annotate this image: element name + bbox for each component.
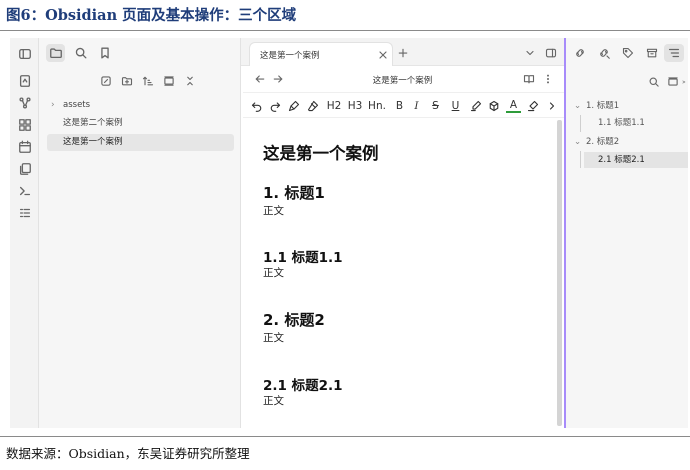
backlinks-icon[interactable] — [572, 45, 588, 61]
outgoing-links-icon[interactable] — [596, 45, 612, 61]
highlight-color-icon[interactable] — [525, 98, 540, 114]
sort-icon[interactable] — [140, 73, 156, 89]
tree-item-assets[interactable]: › assets — [47, 97, 234, 114]
outline-item-label: 2.1 标题2.1 — [598, 155, 645, 165]
ribbon — [10, 38, 39, 428]
outline-list-icon[interactable] — [664, 44, 684, 62]
outline-item-label: 2. 标题2 — [586, 137, 620, 147]
collapse-all-icon[interactable] — [182, 73, 198, 89]
right-sidebar-toggle-icon[interactable] — [543, 45, 558, 60]
new-folder-icon[interactable] — [119, 73, 135, 89]
italic-button[interactable]: I — [409, 98, 424, 114]
format-painter-icon[interactable] — [286, 98, 301, 114]
tree-item-label: 这是第一个案例 — [63, 137, 123, 147]
chevron-down-icon[interactable] — [523, 46, 537, 60]
new-tab-icon[interactable] — [396, 46, 410, 60]
view-header: 这是第一个案例 — [241, 66, 564, 92]
outline-item-2[interactable]: ⌄ 2. 标题2 — [572, 134, 684, 150]
tree-item-file-selected[interactable]: 这是第一个案例 — [47, 134, 234, 151]
outline-collapse-icon[interactable] — [682, 74, 688, 89]
view-header-title[interactable]: 这是第一个案例 — [321, 74, 484, 86]
templates-icon[interactable] — [16, 160, 33, 177]
outline-item-2-1[interactable]: 2.1 标题2.1 — [584, 152, 688, 168]
editor-pane: 这是第一个案例 这是第一个案例 H2 H3 Hn. B I S U A 这是第一… — [241, 38, 564, 428]
archive-icon[interactable] — [644, 45, 660, 61]
folder-icon[interactable] — [46, 44, 65, 62]
figure-source: 数据来源：Obsidian，东吴证券研究所整理 — [6, 446, 250, 461]
redo-icon[interactable] — [267, 98, 282, 114]
obsidian-window: › assets 这是第二个案例 这是第一个案例 这是第一个案例 这是第一个案例… — [10, 38, 688, 428]
body-text: 正文 — [263, 395, 284, 407]
outline-indent-guide — [580, 115, 581, 132]
figure-title: 图6：Obsidian 页面及基本操作：三个区域 — [6, 7, 297, 24]
tags-icon[interactable] — [620, 45, 636, 61]
heading2-button[interactable]: H2 — [325, 98, 343, 114]
command-palette-icon[interactable] — [16, 182, 33, 199]
new-note-icon[interactable] — [98, 73, 114, 89]
chevron-down-icon: ⌄ — [574, 137, 582, 147]
tab-active-note[interactable]: 这是第一个案例 — [249, 42, 393, 66]
quick-switcher-icon[interactable] — [16, 72, 33, 89]
auto-reveal-icon[interactable] — [161, 73, 177, 89]
daily-note-icon[interactable] — [16, 138, 33, 155]
heading-1-1: 1.1 标题1.1 — [263, 250, 343, 266]
outline-item-1-1[interactable]: 1.1 标题1.1 — [584, 115, 684, 131]
editing-toolbar: H2 H3 Hn. B I S U A — [243, 92, 564, 118]
outline-reveal-icon[interactable] — [665, 74, 680, 89]
outline-indent-guide — [580, 151, 581, 168]
canvas-icon[interactable] — [16, 116, 33, 133]
back-arrow-icon[interactable] — [253, 72, 267, 86]
graph-view-icon[interactable] — [16, 94, 33, 111]
outline-item-label: 1.1 标题1.1 — [598, 118, 645, 128]
reading-view-icon[interactable] — [522, 72, 536, 86]
cube-icon[interactable] — [486, 98, 501, 114]
editor-scrollbar[interactable] — [557, 120, 562, 426]
body-text: 正文 — [263, 332, 284, 344]
tree-item-label: assets — [63, 100, 91, 110]
tab-label: 这是第一个案例 — [260, 51, 320, 61]
search-icon[interactable] — [71, 44, 90, 62]
close-tab-icon[interactable] — [376, 48, 389, 61]
body-text: 正文 — [263, 205, 284, 217]
text-color-button[interactable]: A — [506, 98, 521, 113]
top-divider — [0, 30, 690, 31]
heading-2: 2. 标题2 — [263, 311, 325, 329]
heading3-button[interactable]: H3 — [346, 98, 364, 114]
forward-arrow-icon[interactable] — [271, 72, 285, 86]
eraser-icon[interactable] — [305, 98, 320, 114]
file-explorer-pane: › assets 这是第二个案例 这是第一个案例 — [39, 38, 241, 428]
body-text: 正文 — [263, 267, 284, 279]
strikethrough-button[interactable]: S — [428, 98, 443, 114]
note-title: 这是第一个案例 — [263, 144, 379, 163]
toolbar-more-icon[interactable] — [546, 98, 558, 114]
bookmark-icon[interactable] — [95, 44, 114, 62]
tab-bar: 这是第一个案例 — [241, 38, 564, 66]
bottom-divider — [0, 436, 690, 437]
outline-item-1[interactable]: ⌄ 1. 标题1 — [572, 98, 684, 114]
highlighter-icon[interactable] — [468, 98, 483, 114]
underline-button[interactable]: U — [448, 98, 463, 114]
outline-pane: ⌄ 1. 标题1 1.1 标题1.1 ⌄ 2. 标题2 2.1 标题2.1 — [566, 38, 688, 428]
more-options-icon[interactable] — [541, 72, 555, 86]
chevron-right-icon: › — [51, 100, 55, 110]
tree-item-label: 这是第二个案例 — [63, 118, 123, 128]
outline-search-icon[interactable] — [646, 74, 661, 89]
heading-n-button[interactable]: Hn. — [366, 98, 388, 114]
tree-item-file[interactable]: 这是第二个案例 — [47, 115, 234, 132]
undo-icon[interactable] — [249, 98, 264, 114]
outline-item-label: 1. 标题1 — [586, 101, 620, 111]
sidebar-toggle-icon[interactable] — [16, 45, 33, 62]
heading-2-1: 2.1 标题2.1 — [263, 378, 343, 394]
slides-icon[interactable] — [16, 204, 33, 221]
bold-button[interactable]: B — [392, 98, 407, 114]
chevron-down-icon: ⌄ — [574, 101, 582, 111]
heading-1: 1. 标题1 — [263, 184, 325, 202]
